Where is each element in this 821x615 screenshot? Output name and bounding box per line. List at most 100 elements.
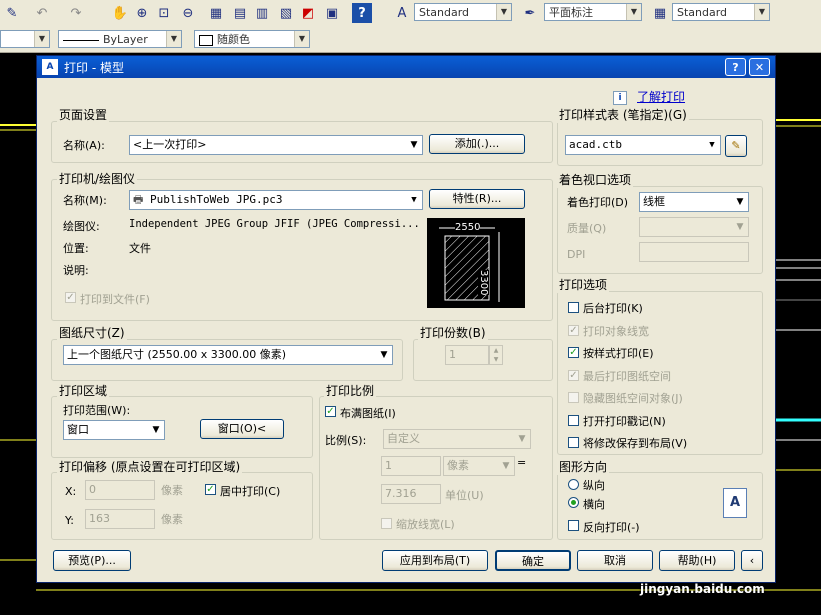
chevron-down-icon: ▼ bbox=[380, 350, 388, 360]
markup-icon[interactable]: ◩ bbox=[298, 3, 318, 23]
dim-style-icon[interactable]: ✒ bbox=[520, 3, 540, 23]
plot-option-label: 打印对象线宽 bbox=[583, 325, 649, 338]
scale-label: 比例(S): bbox=[325, 434, 367, 447]
plot-option-checkbox[interactable] bbox=[568, 415, 579, 426]
paper-size-select[interactable]: 上一个图纸尺寸 (2550.00 x 3300.00 像素) ▼ bbox=[63, 345, 393, 365]
baidu-watermark: jingyan.baidu.com bbox=[640, 582, 765, 596]
fit-to-paper-checkbox[interactable]: ✓ bbox=[325, 406, 336, 417]
table-style-icon[interactable]: ▦ bbox=[650, 3, 670, 23]
scale-equals: = bbox=[517, 456, 527, 469]
scale-lineweights-checkbox[interactable] bbox=[381, 518, 392, 529]
calculator-icon[interactable]: ▣ bbox=[322, 3, 342, 23]
chevron-down-icon: ▼ bbox=[754, 4, 769, 20]
apply-to-layout-button[interactable]: 应用到布局(T) bbox=[382, 550, 488, 571]
chevron-down-icon: ▼ bbox=[736, 222, 744, 232]
scale-value2-input[interactable]: 7.316 bbox=[381, 484, 441, 504]
zoom-window-icon[interactable]: ⊡ bbox=[154, 3, 174, 23]
cancel-button[interactable]: 取消 bbox=[577, 550, 653, 571]
titlebar-help-button[interactable]: ? bbox=[725, 58, 746, 76]
printer-properties-button[interactable]: 特性(R)... bbox=[429, 189, 525, 209]
plot-style-select[interactable]: acad.ctb ▼ bbox=[565, 135, 721, 155]
linetype-sample bbox=[63, 39, 99, 41]
color-value: 随颜色 bbox=[217, 33, 250, 46]
dialog-title: 打印 - 模型 bbox=[64, 61, 124, 75]
preview-height-label: 3300 bbox=[478, 270, 489, 296]
text-style-icon[interactable]: A bbox=[392, 3, 412, 23]
plot-dialog: A 打印 - 模型 ? ✕ i 了解打印 页面设置 名称(A): <上一次打印>… bbox=[36, 55, 776, 583]
help-icon[interactable]: ? bbox=[352, 3, 372, 23]
tool-palettes-icon[interactable]: ▥ bbox=[252, 3, 272, 23]
description-label: 说明: bbox=[63, 264, 89, 277]
plot-option-label: 后台打印(K) bbox=[583, 302, 643, 315]
dim-style-select[interactable]: 平面标注 ▼ bbox=[544, 3, 642, 21]
printer-name-select[interactable]: 🖶 PublishToWeb JPG.pc3 ▼ bbox=[129, 190, 423, 210]
orientation-preview-icon: A bbox=[723, 488, 747, 518]
scale-unit1-select[interactable]: 像素 ▼ bbox=[443, 456, 515, 476]
linetype-select[interactable]: ByLayer ▼ bbox=[58, 30, 182, 48]
copies-spinner[interactable]: ▲ ▼ bbox=[489, 345, 503, 365]
portrait-radio[interactable] bbox=[568, 479, 579, 490]
table-style-select[interactable]: Standard ▼ bbox=[672, 3, 770, 21]
add-page-setup-button[interactable]: 添加(.)... bbox=[429, 134, 525, 154]
quality-select[interactable]: ▼ bbox=[639, 217, 749, 237]
match-properties-icon[interactable]: ✎ bbox=[2, 3, 22, 23]
window-pick-button[interactable]: 窗口(O)< bbox=[200, 419, 284, 439]
offset-x-input[interactable]: 0 bbox=[85, 480, 155, 500]
landscape-label: 横向 bbox=[583, 498, 605, 511]
printer-device-icon: 🖶 bbox=[133, 193, 151, 206]
print-to-file-checkbox[interactable]: ✓ bbox=[65, 292, 76, 303]
color-swatch bbox=[199, 34, 213, 46]
chevron-down-icon: ▼ bbox=[518, 434, 526, 444]
text-style-select[interactable]: Standard ▼ bbox=[414, 3, 512, 21]
plotter-value: Independent JPEG Group JFIF (JPEG Compre… bbox=[129, 218, 420, 230]
page-setup-name-select[interactable]: <上一次打印> ▼ bbox=[129, 135, 423, 155]
portrait-label: 纵向 bbox=[583, 479, 605, 492]
pan-icon[interactable]: ✋ bbox=[110, 3, 130, 23]
preview-button[interactable]: 预览(P)... bbox=[53, 550, 131, 571]
learn-about-plotting-link[interactable]: 了解打印 bbox=[637, 88, 685, 105]
plot-offset-title: 打印偏移 (原点设置在可打印区域) bbox=[57, 458, 243, 475]
plot-option-checkbox[interactable] bbox=[568, 302, 579, 313]
upside-down-checkbox[interactable] bbox=[568, 520, 579, 531]
shade-plot-select[interactable]: 线框 ▼ bbox=[639, 192, 749, 212]
landscape-radio[interactable] bbox=[568, 497, 579, 508]
scale-value1-input[interactable]: 1 bbox=[381, 456, 441, 476]
table-style-value: Standard bbox=[677, 6, 728, 19]
plot-option-checkbox[interactable]: ✓ bbox=[568, 347, 579, 358]
help-button[interactable]: 帮助(H) bbox=[659, 550, 735, 571]
printer-name-value: PublishToWeb JPG.pc3 bbox=[150, 193, 283, 206]
layer-select[interactable]: ▼ bbox=[0, 30, 50, 48]
expand-collapse-button[interactable]: ‹ bbox=[741, 550, 763, 571]
undo-icon[interactable]: ↶ bbox=[32, 3, 52, 23]
chevron-down-icon: ▼ bbox=[496, 4, 511, 20]
preview-width-label: 2550 bbox=[455, 222, 481, 233]
plot-option-checkbox[interactable]: ✓ bbox=[568, 325, 579, 336]
edit-plot-style-button[interactable]: ✎ bbox=[725, 135, 747, 157]
center-plot-checkbox[interactable]: ✓ bbox=[205, 484, 216, 495]
offset-y-input[interactable]: 163 bbox=[85, 509, 155, 529]
plot-option-label: 隐藏图纸空间对象(J) bbox=[583, 392, 683, 405]
design-center-icon[interactable]: ▤ bbox=[230, 3, 250, 23]
plot-range-select[interactable]: 窗口 ▼ bbox=[63, 420, 165, 440]
plot-option-checkbox[interactable]: ✓ bbox=[568, 370, 579, 381]
plot-option-checkbox[interactable] bbox=[568, 437, 579, 448]
zoom-previous-icon[interactable]: ⊖ bbox=[178, 3, 198, 23]
chevron-down-icon: ▼ bbox=[626, 4, 641, 20]
linetype-value: ByLayer bbox=[103, 33, 148, 46]
plot-range-value: 窗口 bbox=[67, 423, 89, 436]
redo-icon[interactable]: ↷ bbox=[66, 3, 86, 23]
properties-icon[interactable]: ▦ bbox=[206, 3, 226, 23]
print-to-file-label: 打印到文件(F) bbox=[80, 293, 150, 306]
scale-select[interactable]: 自定义 ▼ bbox=[383, 429, 531, 449]
color-select[interactable]: 随颜色 ▼ bbox=[194, 30, 310, 48]
titlebar-close-button[interactable]: ✕ bbox=[749, 58, 770, 76]
copies-title: 打印份数(B) bbox=[418, 324, 488, 341]
standard-toolbar: ✎ ↶ ↷ ✋ ⊕ ⊡ ⊖ ▦ ▤ ▥ ▧ ◩ ▣ ? A Standard ▼ … bbox=[0, 0, 821, 27]
plot-option-checkbox[interactable] bbox=[568, 392, 579, 403]
copies-input[interactable]: 1 bbox=[445, 345, 489, 365]
sheet-set-icon[interactable]: ▧ bbox=[276, 3, 296, 23]
dpi-input[interactable] bbox=[639, 242, 749, 262]
scale-unit2-label: 单位(U) bbox=[445, 489, 484, 502]
ok-button[interactable]: 确定 bbox=[495, 550, 571, 571]
zoom-realtime-icon[interactable]: ⊕ bbox=[132, 3, 152, 23]
